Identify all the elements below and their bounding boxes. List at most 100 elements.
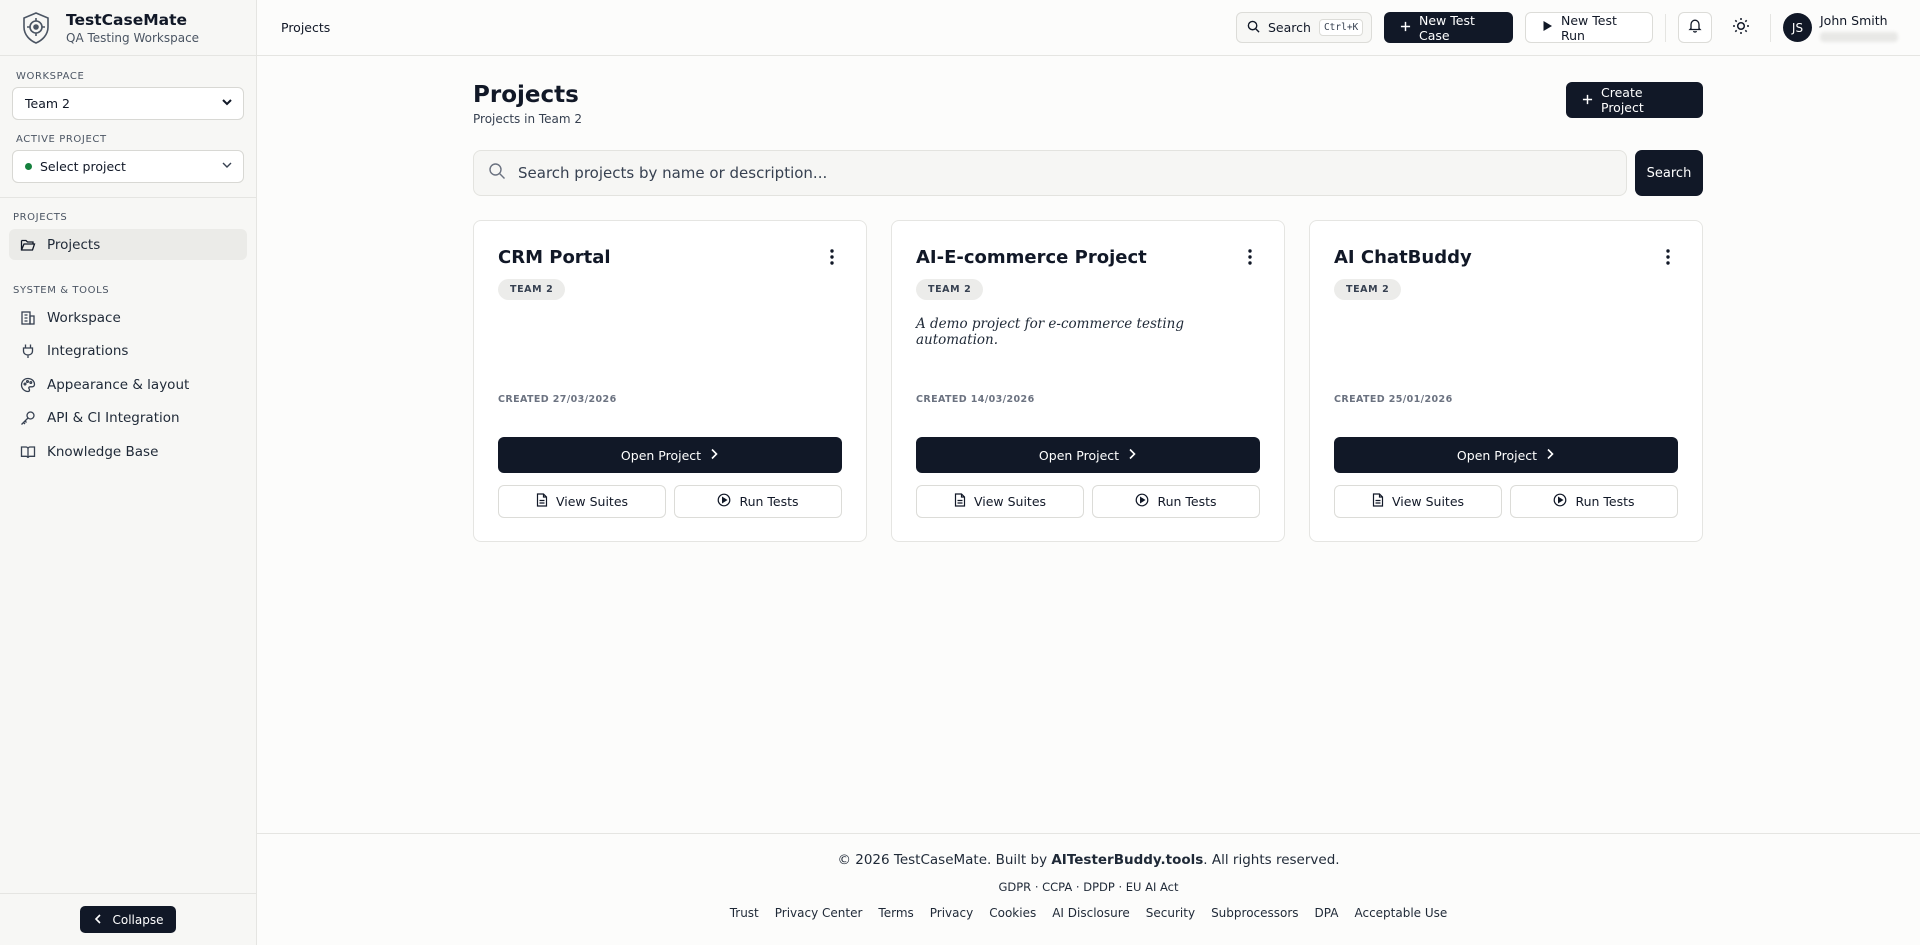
run-tests-button[interactable]: Run Tests bbox=[674, 485, 842, 518]
notifications-button[interactable] bbox=[1678, 12, 1712, 43]
sidebar-item-label: Integrations bbox=[47, 343, 129, 359]
sidebar-item-label: Appearance & layout bbox=[47, 376, 190, 393]
user-menu[interactable]: JS John Smith bbox=[1783, 13, 1898, 42]
more-options-icon[interactable] bbox=[1658, 245, 1678, 269]
sidebar-item-workspace[interactable]: Workspace bbox=[9, 302, 247, 333]
search-shortcut: Ctrl+K bbox=[1318, 19, 1364, 36]
sun-icon bbox=[1732, 17, 1750, 39]
run-tests-button[interactable]: Run Tests bbox=[1092, 485, 1260, 518]
view-suites-button[interactable]: View Suites bbox=[498, 485, 666, 518]
open-project-button[interactable]: Open Project bbox=[498, 437, 842, 473]
project-description: A demo project for e-commerce testing au… bbox=[916, 316, 1184, 348]
project-name: AI ChatBuddy bbox=[1334, 246, 1472, 268]
footer-link-privacy[interactable]: Privacy bbox=[930, 906, 973, 920]
system-tools-label: SYSTEM & TOOLS bbox=[13, 285, 110, 296]
brand[interactable]: TestCaseMate QA Testing Workspace bbox=[0, 0, 256, 56]
active-project-label: ACTIVE PROJECT bbox=[16, 134, 107, 145]
sidebar-item-label: Knowledge Base bbox=[47, 443, 159, 460]
project-created-date: CREATED 25/01/2026 bbox=[1334, 394, 1453, 405]
project-created-date: CREATED 27/03/2026 bbox=[498, 394, 617, 405]
chevron-right-icon bbox=[1545, 448, 1555, 463]
avatar: JS bbox=[1783, 13, 1812, 42]
project-card: AI-E-commerce Project TEAM 2 A demo proj… bbox=[891, 220, 1285, 542]
bell-icon bbox=[1688, 18, 1702, 37]
app-logo-icon bbox=[18, 10, 54, 46]
building-icon bbox=[19, 309, 36, 326]
search-button[interactable]: Search bbox=[1635, 150, 1703, 196]
open-project-button[interactable]: Open Project bbox=[1334, 437, 1678, 473]
footer-link-dpa[interactable]: DPA bbox=[1315, 906, 1339, 920]
brand-subtitle: QA Testing Workspace bbox=[66, 30, 200, 45]
open-project-label: Open Project bbox=[1038, 447, 1120, 463]
footer-compliance: GDPR · CCPA · DPDP · EU AI Act bbox=[998, 880, 1179, 894]
page-subtitle: Projects in Team 2 bbox=[473, 112, 583, 126]
project-cards: CRM Portal TEAM 2 CREATED 27/03/2026 Ope… bbox=[473, 220, 1703, 542]
brand-name: TestCaseMate bbox=[66, 10, 188, 29]
project-description bbox=[498, 316, 842, 336]
create-project-button[interactable]: Create Project bbox=[1566, 82, 1703, 118]
play-circle-icon bbox=[1553, 493, 1567, 510]
footer-links: Trust Privacy Center Terms Privacy Cooki… bbox=[730, 906, 1448, 920]
footer-link-cookies[interactable]: Cookies bbox=[989, 906, 1036, 920]
global-search-button[interactable]: Search Ctrl+K bbox=[1236, 12, 1372, 43]
open-project-button[interactable]: Open Project bbox=[916, 437, 1260, 473]
team-badge: TEAM 2 bbox=[1334, 279, 1402, 300]
global-search-label: Search bbox=[1268, 20, 1311, 35]
footer-link-privacy-center[interactable]: Privacy Center bbox=[775, 906, 863, 920]
status-dot-icon bbox=[25, 163, 32, 170]
run-tests-label: Run Tests bbox=[1157, 494, 1217, 509]
project-search-input[interactable]: Search projects by name or description..… bbox=[473, 150, 1627, 196]
sidebar-item-api-ci[interactable]: API & CI Integration bbox=[9, 403, 247, 434]
view-suites-button[interactable]: View Suites bbox=[1334, 485, 1502, 518]
footer-link-trust[interactable]: Trust bbox=[730, 906, 759, 920]
footer-link-acceptable-use[interactable]: Acceptable Use bbox=[1354, 906, 1447, 920]
collapse-button[interactable]: Collapse bbox=[80, 906, 176, 933]
footer-link-terms[interactable]: Terms bbox=[878, 906, 913, 920]
sidebar-item-integrations[interactable]: Integrations bbox=[9, 336, 247, 367]
footer-link-security[interactable]: Security bbox=[1146, 906, 1195, 920]
project-name: AI-E-commerce Project bbox=[916, 246, 1147, 268]
team-badge: TEAM 2 bbox=[916, 279, 984, 300]
footer-brand-link[interactable]: AITesterBuddy.tools bbox=[1051, 852, 1203, 868]
user-name: John Smith bbox=[1820, 13, 1888, 28]
theme-toggle-button[interactable] bbox=[1724, 12, 1758, 43]
footer: © 2026 TestCaseMate. Built by AITesterBu… bbox=[257, 833, 1920, 945]
palette-icon bbox=[19, 376, 36, 393]
project-created-date: CREATED 14/03/2026 bbox=[916, 394, 1035, 405]
sidebar-item-label: Projects bbox=[47, 236, 101, 253]
run-tests-label: Run Tests bbox=[1575, 494, 1635, 509]
breadcrumb[interactable]: Projects bbox=[281, 20, 330, 35]
new-test-case-button[interactable]: New Test Case bbox=[1384, 12, 1513, 43]
more-options-icon[interactable] bbox=[1240, 245, 1260, 269]
more-options-icon[interactable] bbox=[822, 245, 842, 269]
run-tests-button[interactable]: Run Tests bbox=[1510, 485, 1678, 518]
projects-section-label: PROJECTS bbox=[13, 212, 68, 223]
sidebar-item-projects[interactable]: Projects bbox=[9, 229, 247, 260]
sidebar-item-appearance[interactable]: Appearance & layout bbox=[9, 369, 247, 400]
footer-link-ai-disclosure[interactable]: AI Disclosure bbox=[1052, 906, 1130, 920]
play-circle-icon bbox=[717, 493, 731, 510]
search-icon bbox=[1247, 20, 1260, 36]
active-project-select[interactable]: Select project bbox=[12, 150, 244, 183]
view-suites-label: View Suites bbox=[1391, 494, 1465, 509]
chevron-left-icon bbox=[93, 913, 103, 927]
workspace-select[interactable]: Team 2 bbox=[12, 87, 244, 120]
new-test-run-button[interactable]: New Test Run bbox=[1525, 12, 1653, 43]
sidebar-item-label: Workspace bbox=[47, 309, 121, 326]
sidebar: TestCaseMate QA Testing Workspace WORKSP… bbox=[0, 0, 257, 945]
plus-icon bbox=[1400, 20, 1411, 35]
plug-icon bbox=[19, 343, 36, 360]
view-suites-button[interactable]: View Suites bbox=[916, 485, 1084, 518]
main-content: Projects Projects in Team 2 Create Proje… bbox=[473, 56, 1703, 542]
footer-link-subprocessors[interactable]: Subprocessors bbox=[1211, 906, 1298, 920]
topbar: Projects Search Ctrl+K New Test Case New… bbox=[257, 0, 1920, 56]
chevron-right-icon bbox=[709, 448, 719, 463]
sidebar-item-knowledge-base[interactable]: Knowledge Base bbox=[9, 436, 247, 467]
workspace-label: WORKSPACE bbox=[16, 71, 85, 82]
search-icon bbox=[488, 162, 506, 184]
key-icon bbox=[19, 410, 36, 427]
project-search-placeholder: Search projects by name or description..… bbox=[518, 164, 828, 182]
document-icon bbox=[954, 493, 966, 510]
document-icon bbox=[536, 493, 548, 510]
collapse-label: Collapse bbox=[112, 912, 164, 927]
